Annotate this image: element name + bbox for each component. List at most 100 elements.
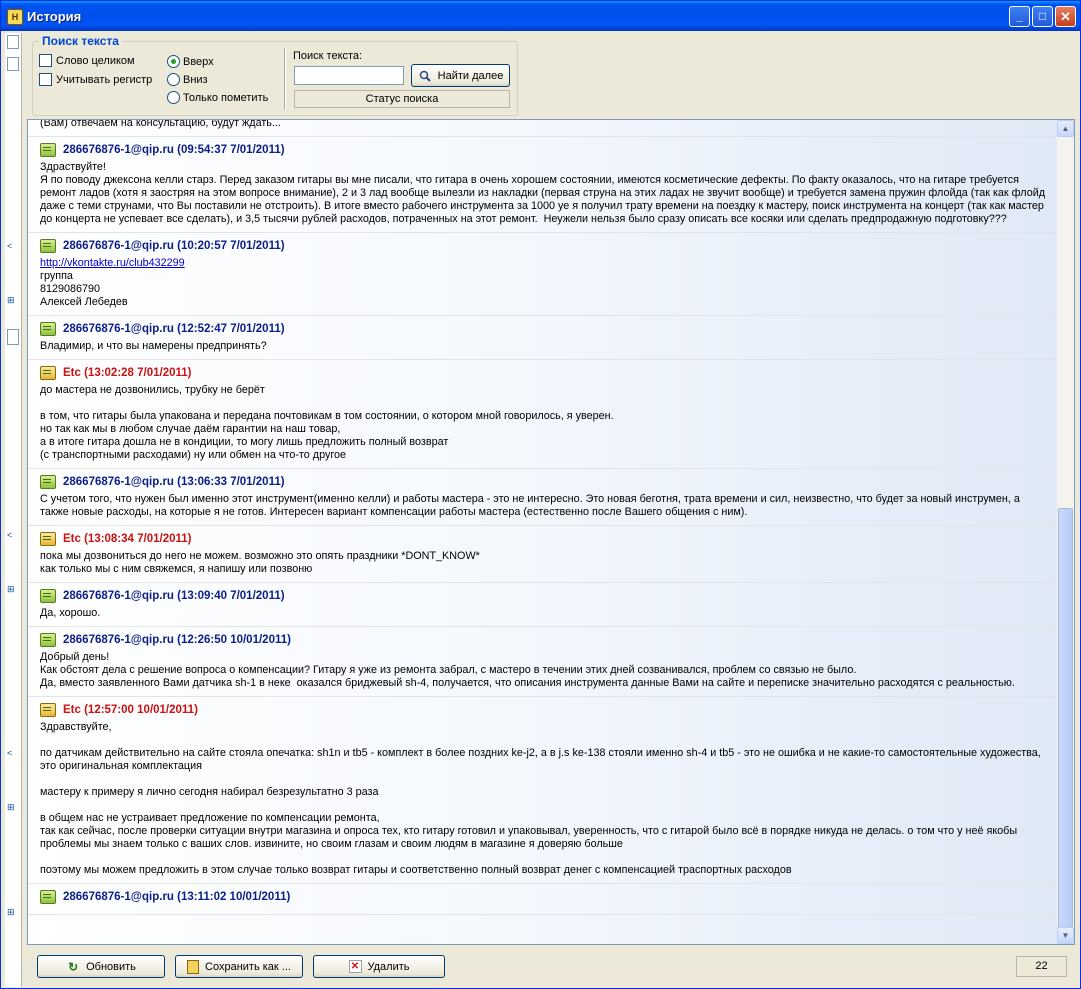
scroll-up-arrow-icon[interactable]: ▲ [1057,120,1074,137]
message-text-line: 8129086790 [40,283,101,295]
strip-checkbox-icon[interactable] [7,57,19,71]
incoming-message-header: 286676876-1@qip.ru (12:26:50 10/01/2011) [40,633,1046,647]
refresh-icon: ↻ [68,959,79,974]
find-next-label: Найти далее [437,69,504,82]
message-sender-time: 286676876-1@qip.ru (12:52:47 7/01/2011) [63,323,285,335]
message-text-line: Здравствуйте, [40,721,112,733]
group-divider [284,48,286,110]
refresh-button[interactable]: ↻ Обновить [37,955,165,978]
app-icon: Н [7,9,23,25]
only-mark-radio[interactable]: Только пометить [167,91,268,104]
incoming-message-header: 286676876-1@qip.ru (13:11:02 10/01/2011) [40,890,1046,904]
message-icon [40,532,56,546]
strip-selection-icon[interactable] [7,329,19,345]
message-sender-time: 286676876-1@qip.ru (13:06:33 7/01/2011) [63,476,285,488]
message-text-line [40,734,1046,747]
collapse-arrow-icon[interactable]: < [7,241,12,251]
maximize-button[interactable]: □ [1032,6,1053,27]
message-text-line [40,851,1046,864]
message-item: 286676876-1@qip.ru (13:11:02 10/01/2011) [28,884,1056,915]
magnifier-icon [418,69,432,83]
expand-plus-icon[interactable]: ⊞ [7,584,15,595]
checkbox-box[interactable] [39,54,52,67]
save-as-label: Сохранить как ... [205,960,291,973]
message-text-line: в том, что гитары была упакована и перед… [40,410,614,422]
direction-down-label: Вниз [183,73,208,86]
match-case-checkbox[interactable]: Учитывать регистр [39,73,152,86]
find-next-button[interactable]: Найти далее [411,64,510,87]
message-icon [40,239,56,253]
message-text-line: группа [40,270,73,282]
search-status: Статус поиска [294,90,510,108]
message-text-line: поэтому мы можем предложить в этом случа… [40,864,792,876]
message-item: Etc (13:02:28 7/01/2011) до мастера не до… [28,360,1056,469]
message-text-line [40,773,1046,786]
history-window: Н История _ □ ✕ < ⊞ < ⊞ < ⊞ ⊞ Поиск текс… [0,0,1081,989]
expand-plus-icon[interactable]: ⊞ [7,907,15,918]
message-icon [40,475,56,489]
delete-button[interactable]: ✕ Удалить [313,955,445,978]
only-mark-label: Только пометить [183,91,269,104]
message-icon [40,633,56,647]
radio-dot-selected[interactable] [167,55,180,68]
radio-dot[interactable] [167,73,180,86]
message-text-line: Я по поводу джексона келли старз. Перед … [40,174,1049,225]
message-text-line: Здраствуйте! [40,161,106,173]
message-icon [40,589,56,603]
message-item: 286676876-1@qip.ru (10:20:57 7/01/2011) h… [28,233,1056,316]
scroll-down-arrow-icon[interactable]: ▼ [1057,927,1074,944]
expand-plus-icon[interactable]: ⊞ [7,295,15,306]
scroll-thumb[interactable] [1058,508,1073,928]
contacts-strip: < ⊞ < ⊞ < ⊞ ⊞ [5,33,22,987]
message-sender-time: 286676876-1@qip.ru (12:26:50 10/01/2011) [63,634,291,646]
incoming-message-header: 286676876-1@qip.ru (13:06:33 7/01/2011) [40,475,1046,489]
message-icon [40,322,56,336]
message-item: Etc (13:08:34 7/01/2011) пока мы дозвонит… [28,526,1056,583]
window-title: История [27,9,82,24]
vertical-scrollbar[interactable]: ▲ ▼ [1057,120,1074,944]
radio-dot[interactable] [167,91,180,104]
collapse-arrow-icon[interactable]: < [7,530,12,540]
message-text-line: как только мы с ним свяжемся, я напишу и… [40,563,313,575]
message-icon [40,366,56,380]
message-sender-time: Etc (12:57:00 10/01/2011) [63,704,198,716]
message-sender-time: 286676876-1@qip.ru (10:20:57 7/01/2011) [63,240,285,252]
message-text-line: но так как мы в любом случае даём гарант… [40,423,341,435]
message-text-line: Добрый день! [40,651,110,663]
expand-plus-icon[interactable]: ⊞ [7,802,15,813]
message-text-line: Алексей Лебедев [40,296,128,308]
minimize-button[interactable]: _ [1009,6,1030,27]
message-text-line: мастеру к примеру я лично сегодня набира… [40,786,379,798]
message-link[interactable]: http://vkontakte.ru/club432299 [40,257,1046,270]
match-case-label: Учитывать регистр [56,73,153,86]
message-icon [40,890,56,904]
message-text-line: (Вам) отвечаем на консультацию, будут жд… [40,119,281,129]
message-item: 286676876-1@qip.ru (12:52:47 7/01/2011) В… [28,316,1056,360]
history-log[interactable]: (Вам) отвечаем на консультацию, будут жд… [27,119,1075,945]
collapse-arrow-icon[interactable]: < [7,748,12,758]
message-text-line: пока мы дозвониться до него не можем. во… [40,550,480,562]
message-item: Etc (12:57:00 10/01/2011) Здравствуйте, по… [28,697,1056,884]
strip-field-icon[interactable] [7,35,19,49]
whole-word-checkbox[interactable]: Слово целиком [39,54,135,67]
search-input[interactable] [294,66,404,85]
checkbox-box[interactable] [39,73,52,86]
save-as-button[interactable]: Сохранить как ... [175,955,303,978]
message-text-line: Как обстоят дела с решение вопроса о ком… [40,664,857,676]
message-item: 286676876-1@qip.ru (13:06:33 7/01/2011) С… [28,469,1056,526]
whole-word-label: Слово целиком [56,54,135,67]
incoming-message-header: 286676876-1@qip.ru (13:09:40 7/01/2011) [40,589,1046,603]
delete-label: Удалить [367,960,410,973]
message-text-line: Да, вместо заявленного Вами датчика sh-1… [40,677,1015,689]
message-icon [40,703,56,717]
direction-up-radio[interactable]: Вверх [167,55,214,68]
direction-down-radio[interactable]: Вниз [167,73,208,86]
message-sender-time: 286676876-1@qip.ru (13:11:02 10/01/2011) [63,891,291,903]
outgoing-message-header: Etc (13:02:28 7/01/2011) [40,366,1046,380]
search-group-title: Поиск текста [39,34,122,48]
message-text-line: С учетом того, что нужен был именно этот… [40,493,1023,518]
title-bar[interactable]: Н История _ □ ✕ [1,1,1080,31]
close-button[interactable]: ✕ [1055,6,1076,27]
message-text-line: до мастера не дозвонились, трубку не бер… [40,384,265,396]
message-sender-time: 286676876-1@qip.ru (13:09:40 7/01/2011) [63,590,285,602]
